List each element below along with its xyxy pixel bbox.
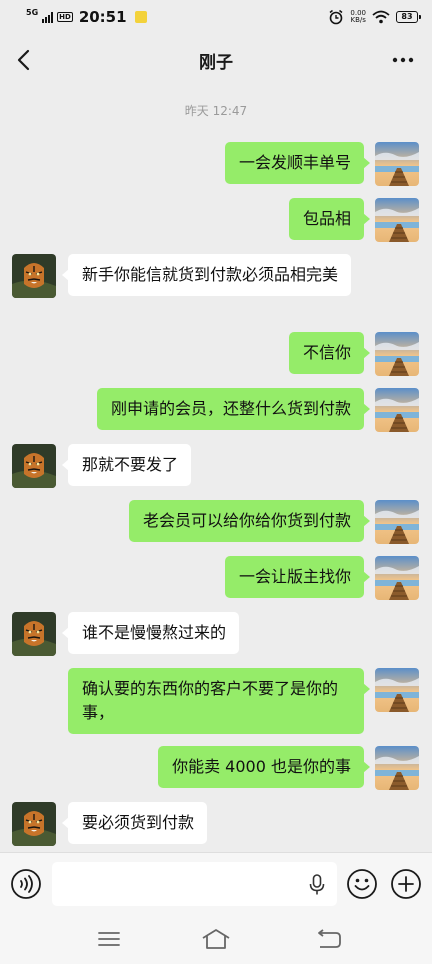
- status-right: 0.00 KB/s 83: [328, 9, 421, 25]
- menu-icon[interactable]: [94, 926, 124, 952]
- contact-avatar[interactable]: [12, 612, 56, 656]
- message-bubble[interactable]: 一会让版主找你: [224, 556, 371, 598]
- my-avatar[interactable]: [375, 198, 419, 242]
- chat-header: 刚子: [0, 34, 432, 86]
- my-avatar[interactable]: [375, 746, 419, 790]
- chevron-left-icon[interactable]: [14, 48, 36, 72]
- message-bubble[interactable]: 不信你: [288, 332, 371, 374]
- message-bubble[interactable]: 包品相: [288, 198, 371, 240]
- message-bubble[interactable]: 新手你能信就货到付款必须品相完美: [61, 254, 352, 296]
- my-avatar[interactable]: [375, 388, 419, 432]
- my-avatar[interactable]: [375, 332, 419, 376]
- my-avatar[interactable]: [375, 668, 419, 712]
- contact-avatar[interactable]: [12, 802, 56, 846]
- contact-avatar[interactable]: [12, 254, 56, 298]
- net-speed-unit: KB/s: [350, 16, 366, 24]
- my-avatar[interactable]: [375, 500, 419, 544]
- message-bubble[interactable]: 谁不是慢慢熬过来的: [61, 612, 240, 654]
- wifi-icon: [372, 10, 390, 24]
- battery-icon: 83: [396, 11, 421, 23]
- emoji-icon[interactable]: [346, 868, 378, 900]
- message-input[interactable]: [52, 862, 337, 906]
- message-bubble[interactable]: 一会发顺丰单号: [224, 142, 371, 184]
- mic-icon[interactable]: [308, 874, 326, 896]
- my-avatar[interactable]: [375, 556, 419, 600]
- message-bubble[interactable]: 老会员可以给你给你货到付款: [128, 500, 371, 542]
- message-bubble[interactable]: 你能卖 4000 也是你的事: [158, 746, 370, 788]
- status-left: 5G HD 20:51: [26, 8, 147, 26]
- notification-app-icon: [134, 11, 147, 23]
- status-bar: 5G HD 20:51 0.00 KB/s 83: [0, 0, 432, 34]
- signal-icon: [42, 11, 54, 23]
- message-bubble[interactable]: 刚申请的会员，还整什么货到付款: [96, 388, 371, 430]
- system-nav-bar: [0, 914, 432, 964]
- network-type: 5G: [26, 8, 39, 17]
- message-timestamp: 昨天 12:47: [184, 104, 248, 118]
- my-avatar[interactable]: [375, 142, 419, 186]
- input-bar: [0, 852, 432, 914]
- more-dots-icon[interactable]: [390, 50, 416, 70]
- net-speed: 0.00 KB/s: [350, 10, 366, 24]
- message-list[interactable]: 昨天 12:47 一会发顺丰单号包品相新手你能信就货到付款必须品相完美不信你刚申…: [0, 86, 432, 852]
- alarm-icon: [329, 9, 343, 25]
- chat-title: 刚子: [199, 52, 233, 73]
- hd-badge: HD: [57, 12, 73, 22]
- plus-icon[interactable]: [390, 868, 422, 900]
- voice-icon[interactable]: [10, 868, 42, 900]
- message-bubble[interactable]: 那就不要发了: [61, 444, 192, 486]
- message-bubble[interactable]: 确认要的东西你的客户不要了是你的事，: [68, 668, 370, 734]
- back-nav-icon[interactable]: [314, 926, 344, 952]
- status-time: 20:51: [78, 8, 127, 26]
- home-icon[interactable]: [201, 926, 231, 952]
- message-bubble[interactable]: 要必须货到付款: [61, 802, 208, 844]
- contact-avatar[interactable]: [12, 444, 56, 488]
